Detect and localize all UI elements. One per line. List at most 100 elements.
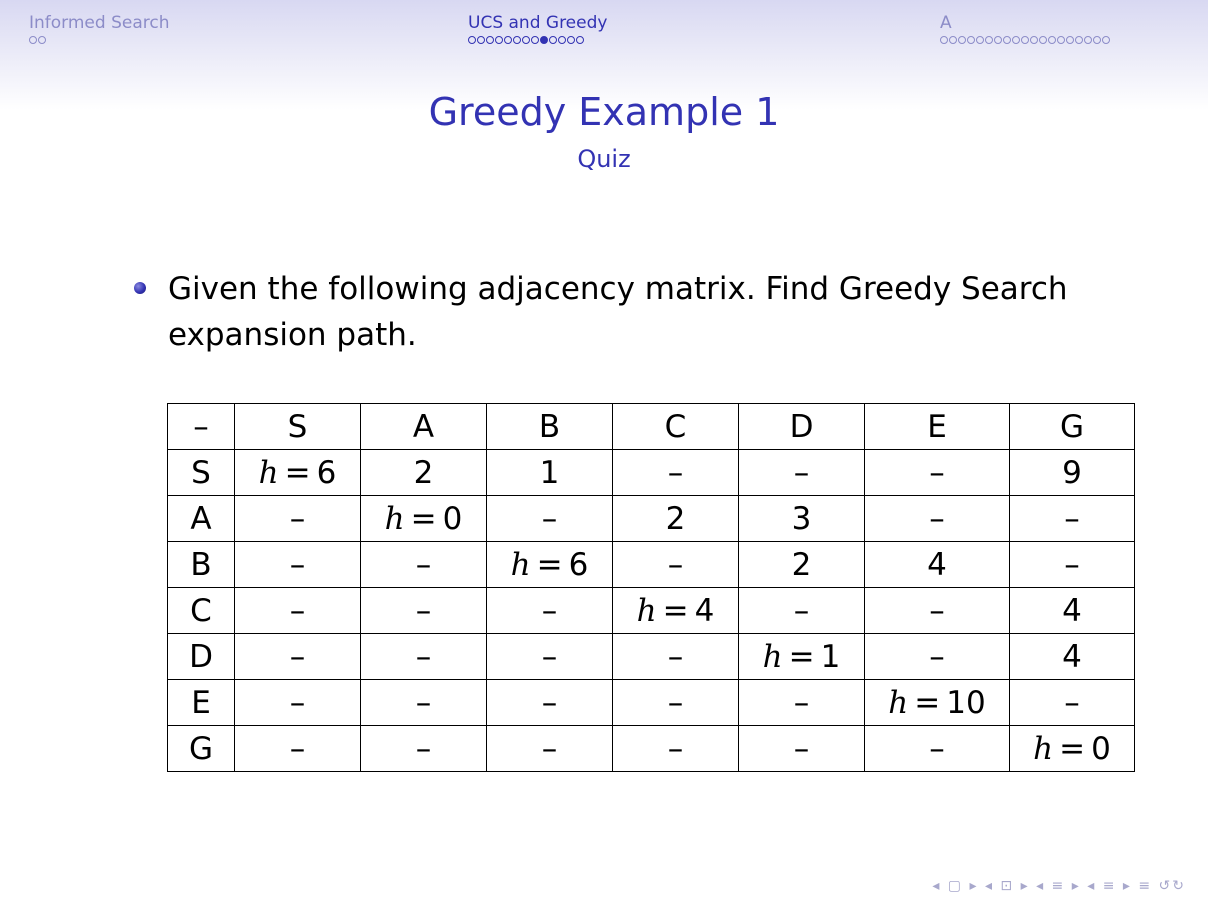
table-cell: – bbox=[234, 725, 361, 772]
nav-dot[interactable] bbox=[468, 36, 476, 44]
nav-dot[interactable] bbox=[1003, 36, 1011, 44]
nav-dots bbox=[29, 36, 169, 44]
table-cell: – bbox=[738, 587, 865, 634]
table-cell: – bbox=[612, 541, 739, 588]
table-row: C – – – h = 4– –4 bbox=[167, 587, 1135, 634]
table-cell: – bbox=[864, 495, 1010, 542]
table-cell: – bbox=[486, 633, 613, 680]
table-cell: – bbox=[486, 679, 613, 726]
table-cell: h = 4 bbox=[612, 587, 739, 634]
nav-dots bbox=[468, 36, 607, 44]
nav-dot[interactable] bbox=[549, 36, 557, 44]
table-row: D – – – – h = 1–4 bbox=[167, 633, 1135, 680]
nav-dot[interactable] bbox=[976, 36, 984, 44]
nav-dot[interactable] bbox=[558, 36, 566, 44]
nav-dot[interactable] bbox=[1012, 36, 1020, 44]
table-cell: – bbox=[360, 633, 487, 680]
table-row-label: B bbox=[167, 541, 235, 588]
nav-dot[interactable] bbox=[967, 36, 975, 44]
table-cell: h = 6 bbox=[486, 541, 613, 588]
nav-section-title[interactable]: A bbox=[940, 12, 1110, 34]
table-cell: – bbox=[486, 587, 613, 634]
table-cell: – bbox=[234, 495, 361, 542]
table-cell: 2 bbox=[738, 541, 865, 588]
nav-dot[interactable] bbox=[958, 36, 966, 44]
table-cell: 4 bbox=[864, 541, 1010, 588]
table-row: B – – h = 6–2 4– bbox=[167, 541, 1135, 588]
table-cell: 2 bbox=[612, 495, 739, 542]
nav-dot[interactable] bbox=[486, 36, 494, 44]
adjacency-matrix-table: – S A B C D E G Sh = 6 2 1– – –9 A – h = 0–2 3– – B – – h = 6–2 4– C –… bbox=[167, 403, 1135, 772]
nav-dot[interactable] bbox=[1057, 36, 1065, 44]
table-row: Sh = 6 2 1– – –9 bbox=[167, 449, 1135, 496]
nav-dot[interactable] bbox=[994, 36, 1002, 44]
table-cell: 2 bbox=[360, 449, 487, 496]
nav-dot[interactable] bbox=[949, 36, 957, 44]
nav-dot[interactable] bbox=[531, 36, 539, 44]
nav-dot[interactable] bbox=[477, 36, 485, 44]
frame-subtitle: Quiz bbox=[577, 145, 631, 173]
table-cell: – bbox=[1009, 495, 1135, 542]
beamer-navigation-icons[interactable]: ◂ ▢ ▸ ◂ ⊡ ▸ ◂ ≡ ▸ ◂ ≡ ▸ ≡ ↺↻ bbox=[932, 878, 1186, 894]
nav-dot[interactable] bbox=[495, 36, 503, 44]
table-cell: – bbox=[864, 725, 1010, 772]
nav-dot[interactable] bbox=[1093, 36, 1101, 44]
nav-dot[interactable] bbox=[940, 36, 948, 44]
nav-dot[interactable] bbox=[504, 36, 512, 44]
table-cell: 4 bbox=[1009, 633, 1135, 680]
table-cell: – bbox=[1009, 541, 1135, 588]
table-header-cell: – bbox=[167, 403, 235, 450]
nav-dot[interactable] bbox=[1039, 36, 1047, 44]
nav-dot[interactable] bbox=[1021, 36, 1029, 44]
nav-dot[interactable] bbox=[38, 36, 46, 44]
nav-dot[interactable] bbox=[513, 36, 521, 44]
nav-section-ucs-greedy[interactable]: UCS and Greedy bbox=[468, 12, 607, 44]
table-cell: h = 1 bbox=[738, 633, 865, 680]
nav-section-informed-search[interactable]: Informed Search bbox=[29, 12, 169, 44]
table-cell: – bbox=[864, 449, 1010, 496]
table-row-label: D bbox=[167, 633, 235, 680]
table-cell: – bbox=[234, 679, 361, 726]
table-header-cell: C bbox=[612, 403, 739, 450]
table-cell: – bbox=[360, 679, 487, 726]
nav-dot[interactable] bbox=[985, 36, 993, 44]
nav-dot[interactable] bbox=[1048, 36, 1056, 44]
table-cell: – bbox=[612, 633, 739, 680]
nav-section-title[interactable]: UCS and Greedy bbox=[468, 12, 607, 34]
table-cell: – bbox=[234, 541, 361, 588]
nav-dot[interactable] bbox=[1084, 36, 1092, 44]
table-cell: – bbox=[738, 725, 865, 772]
table-header-cell: D bbox=[738, 403, 865, 450]
table-row-label: S bbox=[167, 449, 235, 496]
nav-dot[interactable] bbox=[540, 36, 548, 44]
nav-dot[interactable] bbox=[567, 36, 575, 44]
nav-dot[interactable] bbox=[29, 36, 37, 44]
table-cell: – bbox=[234, 587, 361, 634]
bullet-icon bbox=[134, 282, 146, 294]
nav-section-a-star[interactable]: A bbox=[940, 12, 1110, 44]
nav-dot[interactable] bbox=[1075, 36, 1083, 44]
table-cell: – bbox=[486, 495, 613, 542]
table-cell: 9 bbox=[1009, 449, 1135, 496]
nav-dot[interactable] bbox=[576, 36, 584, 44]
table-row-label: C bbox=[167, 587, 235, 634]
nav-dot[interactable] bbox=[1066, 36, 1074, 44]
table-cell: – bbox=[612, 679, 739, 726]
table-cell: – bbox=[360, 541, 487, 588]
table-cell: – bbox=[612, 449, 739, 496]
nav-dots bbox=[940, 36, 1110, 44]
table-cell: h = 0 bbox=[1009, 725, 1135, 772]
table-cell: – bbox=[1009, 679, 1135, 726]
table-cell: – bbox=[360, 587, 487, 634]
nav-section-title[interactable]: Informed Search bbox=[29, 12, 169, 34]
table-row-label: E bbox=[167, 679, 235, 726]
table-row-label: A bbox=[167, 495, 235, 542]
table-row: A – h = 0–2 3– – bbox=[167, 495, 1135, 542]
nav-dot[interactable] bbox=[1102, 36, 1110, 44]
nav-dot[interactable] bbox=[522, 36, 530, 44]
table-cell: – bbox=[486, 725, 613, 772]
nav-dot[interactable] bbox=[1030, 36, 1038, 44]
frame-title-block: Greedy Example 1 Quiz bbox=[0, 88, 1208, 174]
table-cell: 3 bbox=[738, 495, 865, 542]
table-cell: h = 0 bbox=[360, 495, 487, 542]
